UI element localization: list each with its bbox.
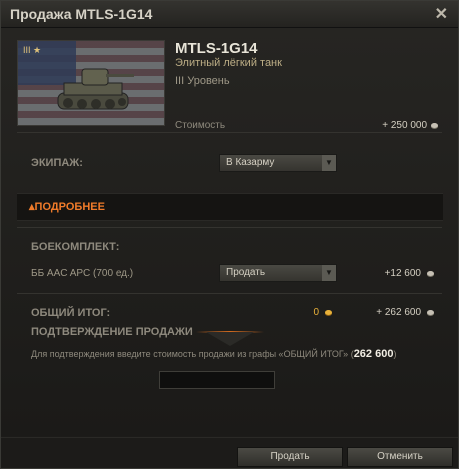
crew-label: ЭКИПАЖ:	[31, 157, 83, 169]
confirm-text: Для подтверждения введите стоимость прод…	[31, 348, 397, 360]
ammo-value: +12 600	[384, 268, 421, 279]
cost-label: Стоимость	[175, 120, 226, 131]
section-divider-arrow	[206, 332, 254, 346]
ammo-action-value: Продать	[226, 267, 266, 278]
dialog-footer: Продать Отменить	[1, 437, 458, 468]
tank-tier: III Уровень	[175, 75, 230, 87]
confirm-amount: 262 600	[353, 348, 394, 360]
tier-label: Уровень	[187, 75, 230, 87]
total-credits: + 262 600	[376, 307, 421, 318]
sell-button[interactable]: Продать	[237, 447, 343, 467]
sell-dialog: Продажа MTLS-1G14 ✕ III ★ MTLS-1G14 Элит…	[0, 0, 459, 469]
dialog-body: III ★ MTLS-1G14 Элитный лёгкий танк III …	[1, 28, 458, 436]
confirm-title: ПОДТВЕРЖДЕНИЕ ПРОДАЖИ	[31, 326, 193, 338]
ammo-item-label: ББ AAC APC (700 ед.)	[31, 268, 134, 279]
chevron-down-icon: ▼	[322, 155, 336, 171]
details-label: ▴ПОДРОБНЕЕ	[29, 201, 105, 213]
gold-icon	[325, 310, 332, 315]
credits-icon	[427, 310, 434, 315]
total-label: ОБЩИЙ ИТОГ:	[31, 307, 111, 319]
dialog-title: Продажа MTLS-1G14	[10, 6, 153, 22]
divider	[17, 227, 442, 228]
ammo-action-dropdown[interactable]: Продать ▼	[219, 264, 337, 282]
tank-icon	[57, 68, 134, 110]
divider	[17, 293, 442, 294]
divider	[17, 132, 442, 133]
ammo-label: БОЕКОМПЛЕКТ:	[31, 241, 120, 253]
tank-class: Элитный лёгкий танк	[175, 57, 282, 69]
cancel-button[interactable]: Отменить	[347, 447, 453, 467]
tank-name: MTLS-1G14	[175, 40, 258, 57]
credits-icon	[431, 123, 438, 128]
confirm-input[interactable]	[159, 371, 275, 389]
details-toggle[interactable]: ▴ПОДРОБНЕЕ	[17, 193, 443, 221]
tank-thumbnail: III ★	[17, 40, 165, 126]
total-gold: 0	[313, 307, 319, 318]
crew-dropdown-value: В Казарму	[226, 157, 275, 168]
tier-badge-icon: III ★	[23, 45, 42, 55]
cost-value: + 250 000	[382, 120, 427, 131]
credits-icon	[427, 271, 434, 276]
tier-roman: III	[175, 75, 185, 87]
close-icon[interactable]: ✕	[435, 4, 448, 24]
chevron-down-icon: ▼	[322, 265, 336, 281]
title-bar[interactable]: Продажа MTLS-1G14 ✕	[1, 1, 458, 28]
crew-dropdown[interactable]: В Казарму ▼	[219, 154, 337, 172]
